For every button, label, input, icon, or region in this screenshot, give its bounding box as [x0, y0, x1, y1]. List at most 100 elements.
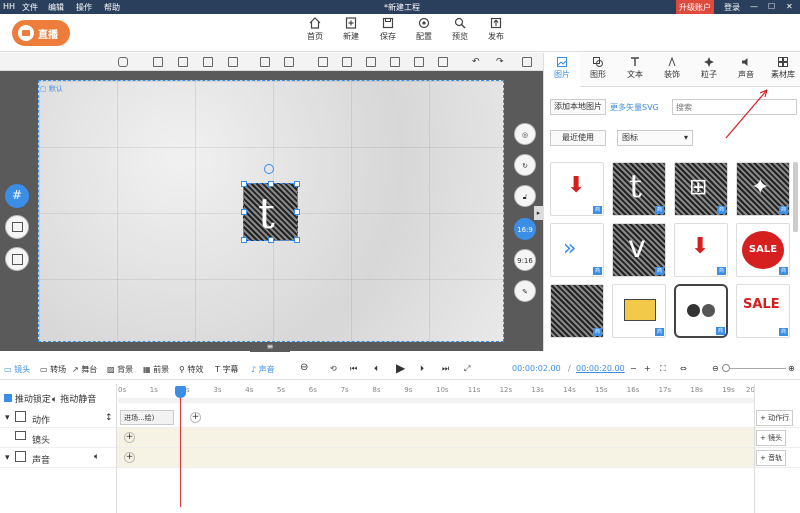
add-camera-icon[interactable]: + — [124, 432, 135, 443]
timeline-toggle-icon[interactable]: ≡ — [250, 342, 290, 352]
maximize-icon[interactable]: ☐ — [768, 2, 775, 11]
distribute-h-icon[interactable] — [438, 57, 448, 67]
zoom-slider[interactable] — [726, 368, 786, 369]
tab-camera[interactable]: ▭ 镜头 — [4, 364, 30, 375]
resize-handle[interactable] — [268, 181, 274, 187]
config-button[interactable]: 配置 — [407, 17, 441, 42]
grid-toggle-button[interactable]: # — [5, 184, 29, 208]
resize-handle[interactable] — [241, 237, 247, 243]
tab-text[interactable]: 文本 — [617, 53, 653, 87]
resize-handle[interactable] — [268, 237, 274, 243]
add-audio-track-button[interactable]: + 音轨 — [756, 450, 787, 466]
align-hcenter-icon[interactable] — [342, 57, 352, 67]
asset-sale-badge-icon[interactable]: SALE 商 — [736, 223, 790, 277]
tab-shape[interactable]: 图形 — [580, 53, 616, 87]
asset-windows-icon[interactable]: ⊞ 商 — [674, 162, 728, 216]
layout-button[interactable] — [5, 215, 29, 239]
tab-effects[interactable]: ⚲ 特效 — [179, 364, 203, 375]
home-button[interactable]: 首页 — [298, 17, 332, 42]
minus-icon[interactable]: − — [630, 364, 637, 373]
prev-frame-icon[interactable]: ⏴ — [374, 364, 378, 374]
upgrade-button[interactable]: 升级账户 — [676, 0, 714, 14]
resize-handle[interactable] — [294, 237, 300, 243]
align-left-icon[interactable] — [318, 57, 328, 67]
resize-handle[interactable] — [241, 181, 247, 187]
sort-icon[interactable]: ↕ — [105, 413, 113, 423]
play-icon[interactable]: ▶ — [396, 361, 405, 375]
add-clip-icon[interactable]: + — [190, 412, 201, 423]
settings-panel-button[interactable] — [5, 247, 29, 271]
next-frame-icon[interactable]: ⏵ — [420, 364, 424, 374]
add-camera-button[interactable]: + 镜头 — [756, 430, 787, 446]
tab-decor[interactable]: 装饰 — [654, 53, 690, 87]
reset-icon[interactable]: ⟲ — [330, 364, 337, 373]
resize-handle[interactable] — [294, 181, 300, 187]
preview-button[interactable]: 预览 — [443, 17, 477, 42]
asset-sale-arrow-icon[interactable]: SALE 商 — [736, 284, 790, 338]
ratio-9-16-button[interactable]: 9:16 — [514, 249, 536, 271]
tab-library[interactable]: 素材库 — [765, 53, 800, 87]
tab-transition[interactable]: ▭ 转场 — [40, 364, 66, 375]
asset-fast-forward-icon[interactable]: » 商 — [550, 223, 604, 277]
tab-subtitle[interactable]: T 字幕 — [215, 364, 238, 375]
redo-icon[interactable]: ↷ — [496, 57, 506, 67]
expand-icon[interactable]: ⇔ — [680, 364, 687, 373]
save-button[interactable]: 保存 — [371, 17, 405, 42]
undo-icon[interactable]: ↶ — [472, 57, 482, 67]
distribute-icon[interactable] — [390, 57, 400, 67]
flip-h-icon[interactable] — [260, 57, 270, 67]
more-svg-link[interactable]: 更多矢量SVG — [610, 102, 659, 113]
add-local-image-button[interactable]: 添加本地图片 — [550, 99, 606, 115]
asset-vimeo-icon[interactable]: v商 — [612, 223, 666, 277]
mute-toggle[interactable]: 🔈︎ 拖动静音 — [52, 392, 96, 405]
ratio-16-9-button[interactable]: 16:9 — [514, 218, 536, 240]
asset-twitter-icon[interactable]: ✦ 商 — [736, 162, 790, 216]
asset-flickr-icon[interactable]: 商 — [674, 284, 728, 338]
align-right-icon[interactable] — [366, 57, 376, 67]
asset-tumblr-icon[interactable]: t商 — [612, 162, 666, 216]
close-icon[interactable]: ✕ — [786, 2, 793, 11]
resize-handle[interactable] — [241, 209, 247, 215]
tab-stage[interactable]: ↗ 舞台 — [72, 364, 97, 375]
timeline-clip[interactable]: 进场...绘) — [120, 410, 174, 425]
unlock-button[interactable]: 🔓︎ — [514, 185, 536, 207]
menu-operate[interactable]: 操作 — [76, 2, 92, 13]
align-top-icon[interactable] — [178, 57, 188, 67]
zoom-plus-icon[interactable]: ⊕ — [788, 364, 795, 373]
skip-start-icon[interactable]: ⏮ — [350, 364, 357, 374]
total-time[interactable]: 00:00:20.00 — [576, 364, 625, 373]
tab-particle[interactable]: 粒子 — [691, 53, 727, 87]
menu-file[interactable]: 文件 — [22, 2, 38, 13]
lock-icon[interactable] — [118, 57, 128, 67]
menu-edit[interactable]: 编辑 — [48, 2, 64, 13]
refresh-button[interactable]: ↻ — [514, 154, 536, 176]
align-center-v-icon[interactable] — [153, 57, 163, 67]
fit-icon[interactable]: ⛶ — [660, 364, 666, 374]
lock-checkbox[interactable]: 推动锁定 — [4, 392, 51, 405]
edit-button[interactable]: ✎ — [514, 280, 536, 302]
panel-collapse-icon[interactable]: ▸ — [534, 206, 543, 220]
align-bottom-icon[interactable] — [228, 57, 238, 67]
plus-icon[interactable]: + — [644, 364, 651, 373]
volume-icon[interactable]: 🔈︎ — [94, 452, 99, 462]
asset-pin-down-icon[interactable]: ⬇ 商 — [674, 223, 728, 277]
tab-image[interactable]: 图片 — [544, 53, 580, 87]
skip-end-icon[interactable]: ⏭ — [442, 364, 449, 374]
rotate-handle-icon[interactable] — [264, 164, 274, 174]
tab-sound[interactable]: 声音 — [728, 53, 764, 87]
menu-help[interactable]: 帮助 — [104, 2, 120, 13]
fullscreen-icon[interactable]: ⤢ — [464, 364, 470, 374]
flip-v-icon[interactable] — [284, 57, 294, 67]
screenshot-button[interactable]: ◎ — [514, 123, 536, 145]
minimize-icon[interactable]: — — [750, 2, 758, 11]
tab-background[interactable]: ▨ 背景 — [107, 364, 133, 375]
align-middle-icon[interactable] — [203, 57, 213, 67]
delete-icon[interactable] — [522, 57, 532, 67]
collapse-icon[interactable]: ▾ — [5, 453, 10, 463]
recent-used-button[interactable]: 最近使用 — [550, 130, 606, 146]
resize-handle[interactable] — [294, 209, 300, 215]
add-sound-icon[interactable]: + — [124, 452, 135, 463]
asset-download-icon[interactable]: ⬇ 商 — [550, 162, 604, 216]
selected-twitter-icon-element[interactable]: t — [241, 181, 300, 243]
publish-button[interactable]: 发布 — [479, 17, 513, 42]
